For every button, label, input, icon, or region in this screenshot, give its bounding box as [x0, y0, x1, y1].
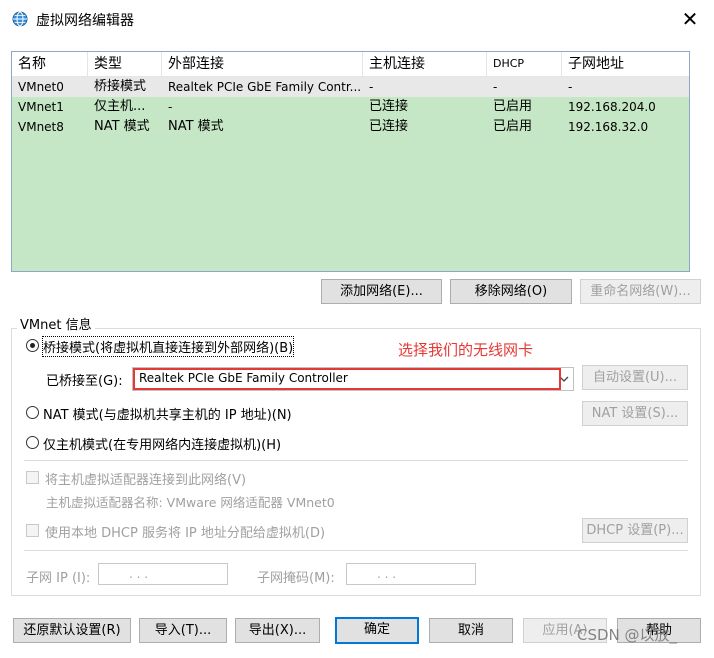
column-header-host[interactable]: 主机连接	[363, 52, 487, 76]
nat-mode-radio[interactable]	[26, 406, 39, 419]
cell-external: Realtek PCIe GbE Family Contr...	[168, 80, 362, 94]
watermark: CSDN @以放_	[577, 626, 678, 644]
rename-network-button[interactable]: 重命名网络(W)...	[580, 279, 701, 304]
export-button[interactable]: 导出(X)...	[235, 618, 320, 643]
bridged-mode-label[interactable]: 桥接模式(将虚拟机直接连接到外部网络)(B)	[41, 336, 295, 357]
restore-defaults-button[interactable]: 还原默认设置(R)	[13, 618, 131, 643]
bridged-mode-radio[interactable]	[26, 339, 39, 352]
divider	[24, 550, 688, 551]
cell-name: VMnet0	[18, 80, 64, 94]
add-network-button[interactable]: 添加网络(E)...	[321, 279, 442, 304]
cell-type: 仅主机...	[94, 99, 146, 114]
table-row[interactable]: VMnet1 仅主机... - 已连接 已启用 192.168.204.0	[12, 97, 689, 117]
cell-subnet: 192.168.32.0	[568, 120, 649, 134]
host-only-mode-radio[interactable]	[26, 436, 39, 449]
nat-mode-label[interactable]: NAT 模式(与虚拟机共享主机的 IP 地址)(N)	[43, 404, 292, 423]
dhcp-label[interactable]: 使用本地 DHCP 服务将 IP 地址分配给虚拟机(D)	[45, 522, 325, 541]
table-header: 名称 类型 外部连接 主机连接 DHCP 子网地址	[12, 52, 689, 77]
annotation-text: 选择我们的无线网卡	[398, 341, 534, 359]
nat-settings-button[interactable]: NAT 设置(S)...	[582, 401, 688, 426]
network-table[interactable]: 名称 类型 外部连接 主机连接 DHCP 子网地址 VMnet0 桥接模式 Re…	[11, 51, 690, 272]
column-header-name[interactable]: 名称	[12, 52, 88, 76]
subnet-ip-input[interactable]: . . .	[98, 563, 228, 585]
cell-name: VMnet8	[18, 120, 64, 134]
cell-host: 已连接	[369, 99, 409, 114]
cell-dhcp: -	[493, 80, 498, 94]
table-row[interactable]: VMnet0 桥接模式 Realtek PCIe GbE Family Cont…	[12, 77, 689, 97]
import-button[interactable]: 导入(T)...	[139, 618, 227, 643]
column-header-subnet[interactable]: 子网地址	[562, 52, 689, 76]
network-globe-icon	[12, 11, 28, 27]
cell-type: 桥接模式	[94, 79, 147, 94]
cell-type: NAT 模式	[94, 119, 150, 134]
bridged-to-label: 已桥接至(G):	[46, 374, 123, 389]
divider	[24, 460, 688, 461]
column-header-type[interactable]: 类型	[88, 52, 162, 76]
cell-host: -	[369, 80, 374, 94]
connect-adapter-label[interactable]: 将主机虚拟适配器连接到此网络(V)	[45, 469, 246, 488]
column-header-dhcp[interactable]: DHCP	[487, 52, 562, 76]
auto-settings-button[interactable]: 自动设置(U)...	[582, 365, 688, 390]
cell-external: NAT 模式	[168, 119, 224, 134]
subnet-ip-label: 子网 IP (I):	[26, 571, 91, 586]
close-icon: ✕	[681, 7, 699, 31]
cell-host: 已连接	[369, 119, 409, 134]
table-row[interactable]: VMnet8 NAT 模式 NAT 模式 已连接 已启用 192.168.32.…	[12, 117, 689, 137]
column-header-external[interactable]: 外部连接	[162, 52, 363, 76]
connect-adapter-checkbox[interactable]	[26, 471, 39, 484]
dhcp-settings-button[interactable]: DHCP 设置(P)...	[582, 518, 688, 543]
subnet-mask-label: 子网掩码(M):	[257, 571, 335, 586]
annotation-highlight-box	[133, 368, 561, 390]
adapter-name-label: 主机虚拟适配器名称: VMware 网络适配器 VMnet0	[46, 495, 335, 510]
cell-name: VMnet1	[18, 100, 64, 114]
cell-dhcp: 已启用	[493, 99, 533, 114]
cell-dhcp: 已启用	[493, 119, 533, 134]
window-title: 虚拟网络编辑器	[36, 13, 134, 29]
title-bar: 虚拟网络编辑器 ✕	[0, 0, 714, 38]
vmnet-info-label: VMnet 信息	[17, 314, 95, 333]
subnet-mask-input[interactable]: . . .	[346, 563, 476, 585]
dhcp-checkbox[interactable]	[26, 524, 39, 537]
cell-subnet: -	[568, 80, 573, 94]
cell-external: -	[168, 100, 173, 114]
cell-subnet: 192.168.204.0	[568, 100, 656, 114]
cancel-button[interactable]: 取消	[429, 618, 513, 643]
host-only-mode-label[interactable]: 仅主机模式(在专用网络内连接虚拟机)(H)	[43, 434, 281, 453]
remove-network-button[interactable]: 移除网络(O)	[450, 279, 572, 304]
close-button[interactable]: ✕	[672, 6, 708, 32]
ok-button[interactable]: 确定	[335, 617, 419, 644]
